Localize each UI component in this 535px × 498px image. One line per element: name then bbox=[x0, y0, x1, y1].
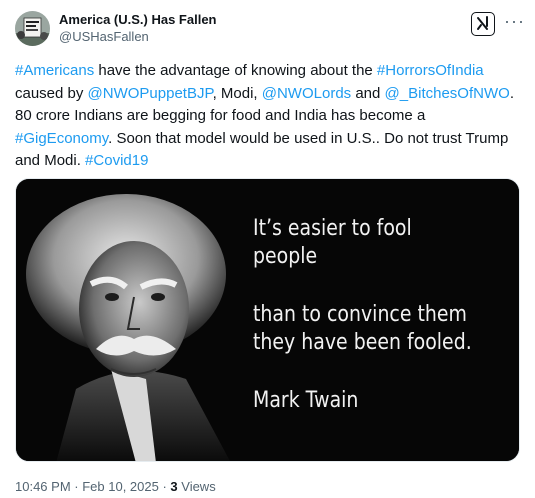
post-time[interactable]: 10:46 PM bbox=[15, 479, 71, 494]
quote-line-1: It’s easier to fool bbox=[253, 216, 412, 241]
mention-link[interactable]: @NWOLords bbox=[262, 85, 351, 102]
author-display-name[interactable]: America (U.S.) Has Fallen bbox=[59, 12, 217, 28]
post-text-segment: and bbox=[351, 84, 385, 102]
avatar[interactable] bbox=[15, 11, 50, 46]
post-text-segment: , Modi, bbox=[212, 84, 262, 102]
mention-link[interactable]: @NWOPuppetBJP bbox=[88, 85, 213, 102]
hashtag-link[interactable]: #Covid19 bbox=[85, 152, 148, 169]
quote-attribution: Mark Twain bbox=[253, 388, 359, 413]
post-date[interactable]: Feb 10, 2025 bbox=[82, 479, 159, 494]
views-count[interactable]: 3 bbox=[170, 479, 177, 494]
post-image[interactable]: It’s easier to fool people than to convi… bbox=[15, 178, 520, 462]
author-handle[interactable]: @USHasFallen bbox=[59, 28, 217, 45]
grok-icon[interactable] bbox=[471, 12, 495, 36]
hashtag-link[interactable]: #HorrorsOfIndia bbox=[377, 62, 484, 79]
quote-line: than to convince them they have been foo… bbox=[253, 301, 472, 357]
quote-line-4: they have been fooled. bbox=[253, 330, 472, 355]
avatar-image bbox=[15, 11, 50, 46]
quote-line: It’s easier to fool people bbox=[253, 215, 412, 271]
post-text-segment: caused by bbox=[15, 84, 88, 102]
hashtag-link[interactable]: #GigEconomy bbox=[15, 130, 108, 147]
quote-line-2: people bbox=[253, 244, 318, 269]
more-icon[interactable]: ··· bbox=[504, 12, 524, 34]
post-text-segment: have the advantage of knowing about the bbox=[94, 62, 377, 79]
post-header: America (U.S.) Has Fallen @USHasFallen ·… bbox=[15, 11, 524, 51]
quote-line-3: than to convince them bbox=[253, 302, 467, 327]
meta-separator: · bbox=[70, 479, 83, 494]
hashtag-link[interactable]: #Americans bbox=[15, 62, 94, 79]
mention-link[interactable]: @_BitchesOfNWO bbox=[385, 85, 510, 102]
post-text: #Americans have the advantage of knowing… bbox=[15, 60, 523, 173]
views-label: Views bbox=[177, 479, 216, 494]
meta-separator: · bbox=[158, 479, 171, 494]
post-metadata: 10:46 PM · Feb 10, 2025 · 3 Views bbox=[15, 478, 216, 495]
